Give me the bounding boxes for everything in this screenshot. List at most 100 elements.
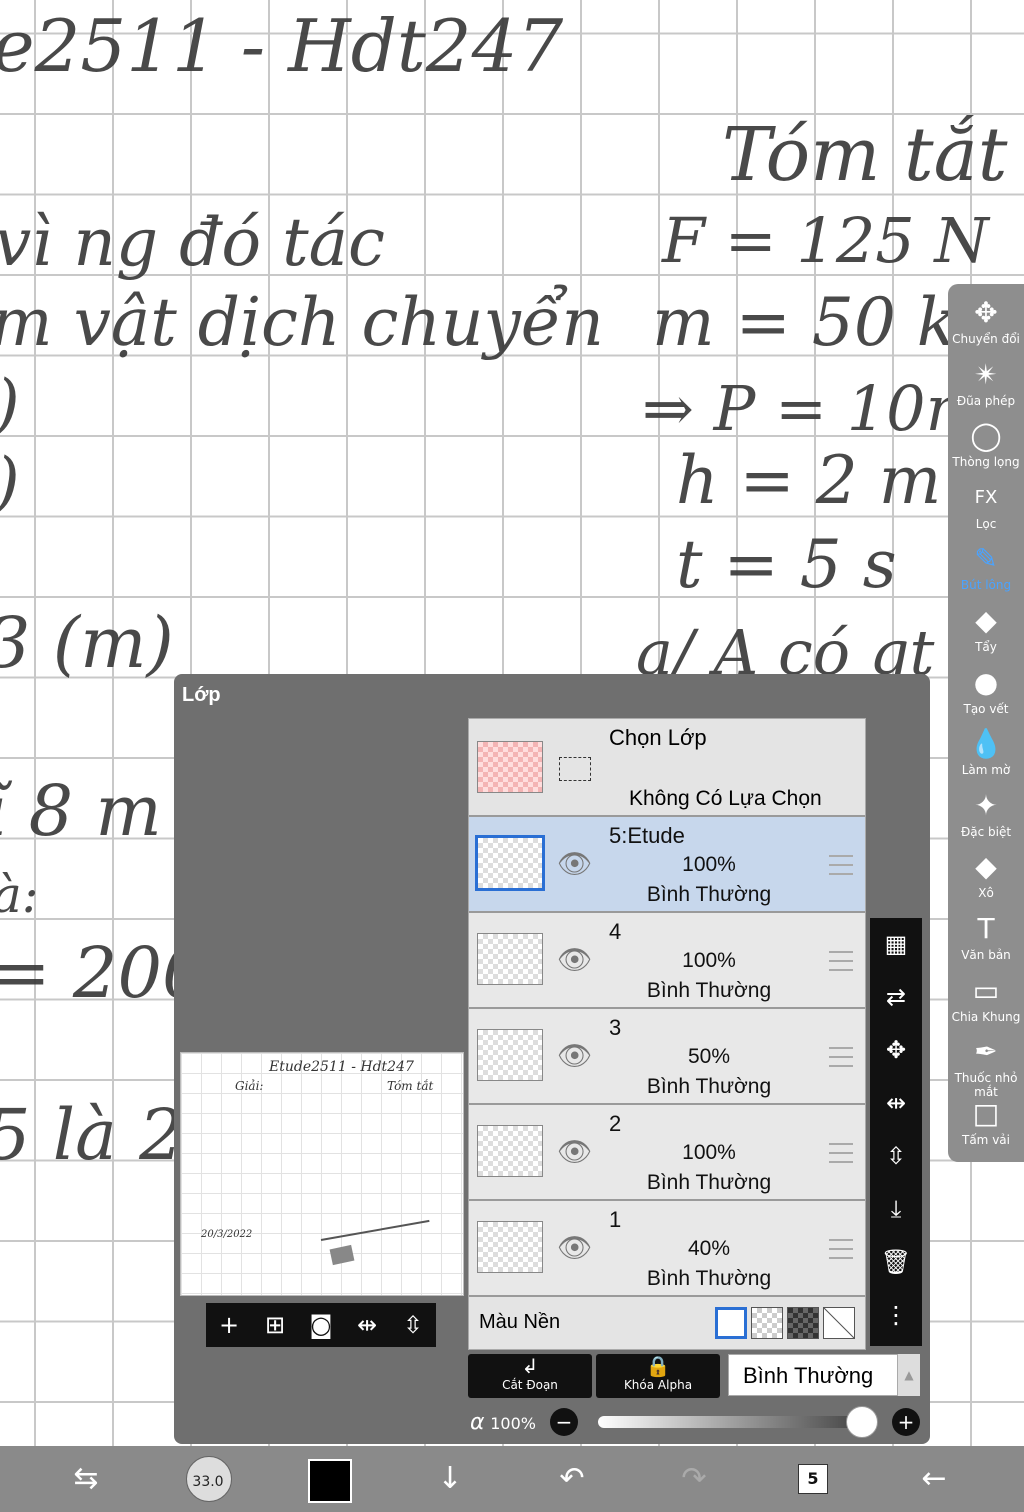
eye-icon[interactable]: 👁 [557,847,593,880]
tool-12[interactable]: ✒ Thuốc nhỏ mắt [948,1033,1024,1099]
tool-2[interactable]: ◯ Thòng lọng [948,417,1024,479]
tool-label: Đặc biệt [960,824,1012,839]
tool-icon: □ [972,1096,1000,1130]
eye-icon[interactable]: 👁 [557,1231,593,1264]
bg-none-swatch[interactable] [823,1307,855,1339]
canvas-eq-t: t = 5 s [676,526,897,603]
drag-handle-icon[interactable] [829,951,853,971]
tool-icon: ✎ [974,542,998,576]
alpha-lock-button[interactable]: 🔒 Khóa Alpha [596,1354,720,1398]
swap-icon[interactable]: ⇆ [56,1446,116,1512]
layer-row-4[interactable]: 👁 4 100% Bình Thường [469,913,865,1009]
flip-horizontal-icon[interactable]: ⇹ [347,1311,387,1339]
download-icon[interactable]: ↓ [428,1446,472,1512]
blend-mode-select[interactable]: Bình Thường [728,1354,898,1396]
tool-1[interactable]: ✴ Đũa phép [948,356,1024,418]
bottom-bar: ⇆ 33.0 ↓ ↶ ↷ 5 ← [0,1446,1024,1512]
tool-label: Bút lông [960,578,1012,593]
alpha-increase-button[interactable]: + [892,1408,920,1436]
alpha-decrease-button[interactable]: − [550,1408,578,1436]
bg-white-swatch[interactable] [715,1307,747,1339]
layer-blend-mode: Bình Thường [646,1267,772,1290]
layer-row-5[interactable]: 👁 5:Etude 100% Bình Thường [469,817,865,913]
canvas-text-line1: vì ng đó tác [0,204,385,281]
canvas-text-m: 3 (m) [0,602,174,684]
move-icon[interactable]: ✥ [870,1024,922,1077]
tool-5[interactable]: ◆ Tẩy [948,602,1024,664]
eye-icon[interactable]: 👁 [557,943,593,976]
eye-icon[interactable]: 👁 [557,1039,593,1072]
alpha-slider-knob[interactable] [846,1406,878,1438]
bg-dark-swatch[interactable] [787,1307,819,1339]
color-button[interactable] [306,1446,352,1512]
layer-thumbnail [477,1029,543,1081]
canvas-text-paren1: ) [0,372,20,438]
tool-icon: ● [973,665,999,699]
drag-handle-icon[interactable] [829,1047,853,1067]
layer-blend-mode: Bình Thường [646,1171,772,1194]
tool-13[interactable]: □ Tấm vải [948,1095,1024,1157]
layer-thumbnail [477,1221,543,1273]
tool-label: Tẩy [975,640,997,654]
tool-3[interactable]: FX Lọc [948,479,1024,541]
layer-row-1[interactable]: 👁 1 40% Bình Thường [469,1201,865,1297]
layer-exchange-icon[interactable]: ⇄ [870,971,922,1024]
tool-9[interactable]: ◆ Xô [948,848,1024,910]
clip-button[interactable]: ↲ Cắt Đoạn [468,1354,592,1398]
layer-opacity: 50% [687,1045,731,1068]
bg-transparent-swatch[interactable] [751,1307,783,1339]
layer-row-2[interactable]: 👁 2 100% Bình Thường [469,1105,865,1201]
canvas-text-a: à: [0,866,39,924]
merge-down-icon[interactable]: ⤓ [870,1183,922,1236]
preview-block-drawing [329,1244,355,1266]
layer-opacity: 100% [682,949,736,972]
layer-row-3[interactable]: 👁 3 50% Bình Thường [469,1009,865,1105]
tool-8[interactable]: ✦ Đặc biệt [948,787,1024,849]
background-color-row: Màu Nền [469,1299,865,1349]
chevron-up-icon[interactable]: ▲ [898,1354,920,1396]
preview-slope-line [320,1219,430,1241]
layer-opacity: 100% [682,1141,736,1164]
tool-0[interactable]: ✥ Chuyển đổi [948,294,1024,356]
undo-icon[interactable]: ↶ [550,1446,594,1512]
preview-summary: Tóm tắt [387,1079,434,1093]
tool-icon: ▭ [972,973,1000,1007]
trash-icon[interactable]: 🗑 [870,1236,922,1289]
eye-icon[interactable]: 👁 [557,1135,593,1168]
flip-vertical-icon[interactable]: ⇳ [870,1130,922,1183]
tool-icon: ✒ [974,1035,998,1069]
drag-handle-icon[interactable] [829,1239,853,1259]
checker-icon[interactable]: ▦ [870,918,922,971]
alpha-slider[interactable] [598,1416,862,1428]
canvas-text-8m: ĩ 8 m [0,770,162,852]
add-layer-icon[interactable]: + [209,1311,249,1339]
add-layer-copy-icon[interactable]: ⊞ [255,1311,295,1339]
preview-date: 20/3/2022 [201,1229,253,1240]
back-icon[interactable]: ← [912,1446,956,1512]
tool-6[interactable]: ● Tạo vết [948,664,1024,726]
tool-7[interactable]: 💧 Làm mờ [948,725,1024,787]
tool-10[interactable]: T Văn bản [948,910,1024,972]
flip-horizontal-icon[interactable]: ⇹ [870,1077,922,1130]
canvas-preview[interactable]: Etude2511 - Hdt247 Tóm tắt Giải: 20/3/20… [180,1052,464,1296]
camera-icon[interactable]: ◙ [301,1311,341,1339]
more-icon[interactable]: ⋮ [870,1289,922,1342]
tool-label: Xô [978,886,994,901]
lock-icon: 🔒 [645,1354,671,1378]
tool-11[interactable]: ▭ Chia Khung [948,972,1024,1034]
brush-size-button[interactable]: 33.0 [182,1446,234,1512]
tool-label: Lọc [975,516,997,531]
tool-label: Làm mờ [961,763,1011,778]
layers-button[interactable]: 5 [792,1446,836,1512]
tool-icon: ◯ [970,419,1002,453]
flip-vertical-icon[interactable]: ⇳ [393,1311,433,1339]
tool-label: Chuyển đổi [952,332,1020,346]
layer-tools: ▦ ⇄ ✥ ⇹ ⇳ ⤓ 🗑 ⋮ [870,918,922,1346]
drag-handle-icon[interactable] [829,855,853,875]
background-color-label: Màu Nền [479,1311,561,1333]
selection-layer-row[interactable]: Chọn Lớp Không Có Lựa Chọn [469,719,865,817]
drag-handle-icon[interactable] [829,1143,853,1163]
clip-label: Cắt Đoạn [502,1378,558,1392]
tool-4[interactable]: ✎ Bút lông [948,540,1024,602]
redo-icon[interactable]: ↷ [672,1446,716,1512]
